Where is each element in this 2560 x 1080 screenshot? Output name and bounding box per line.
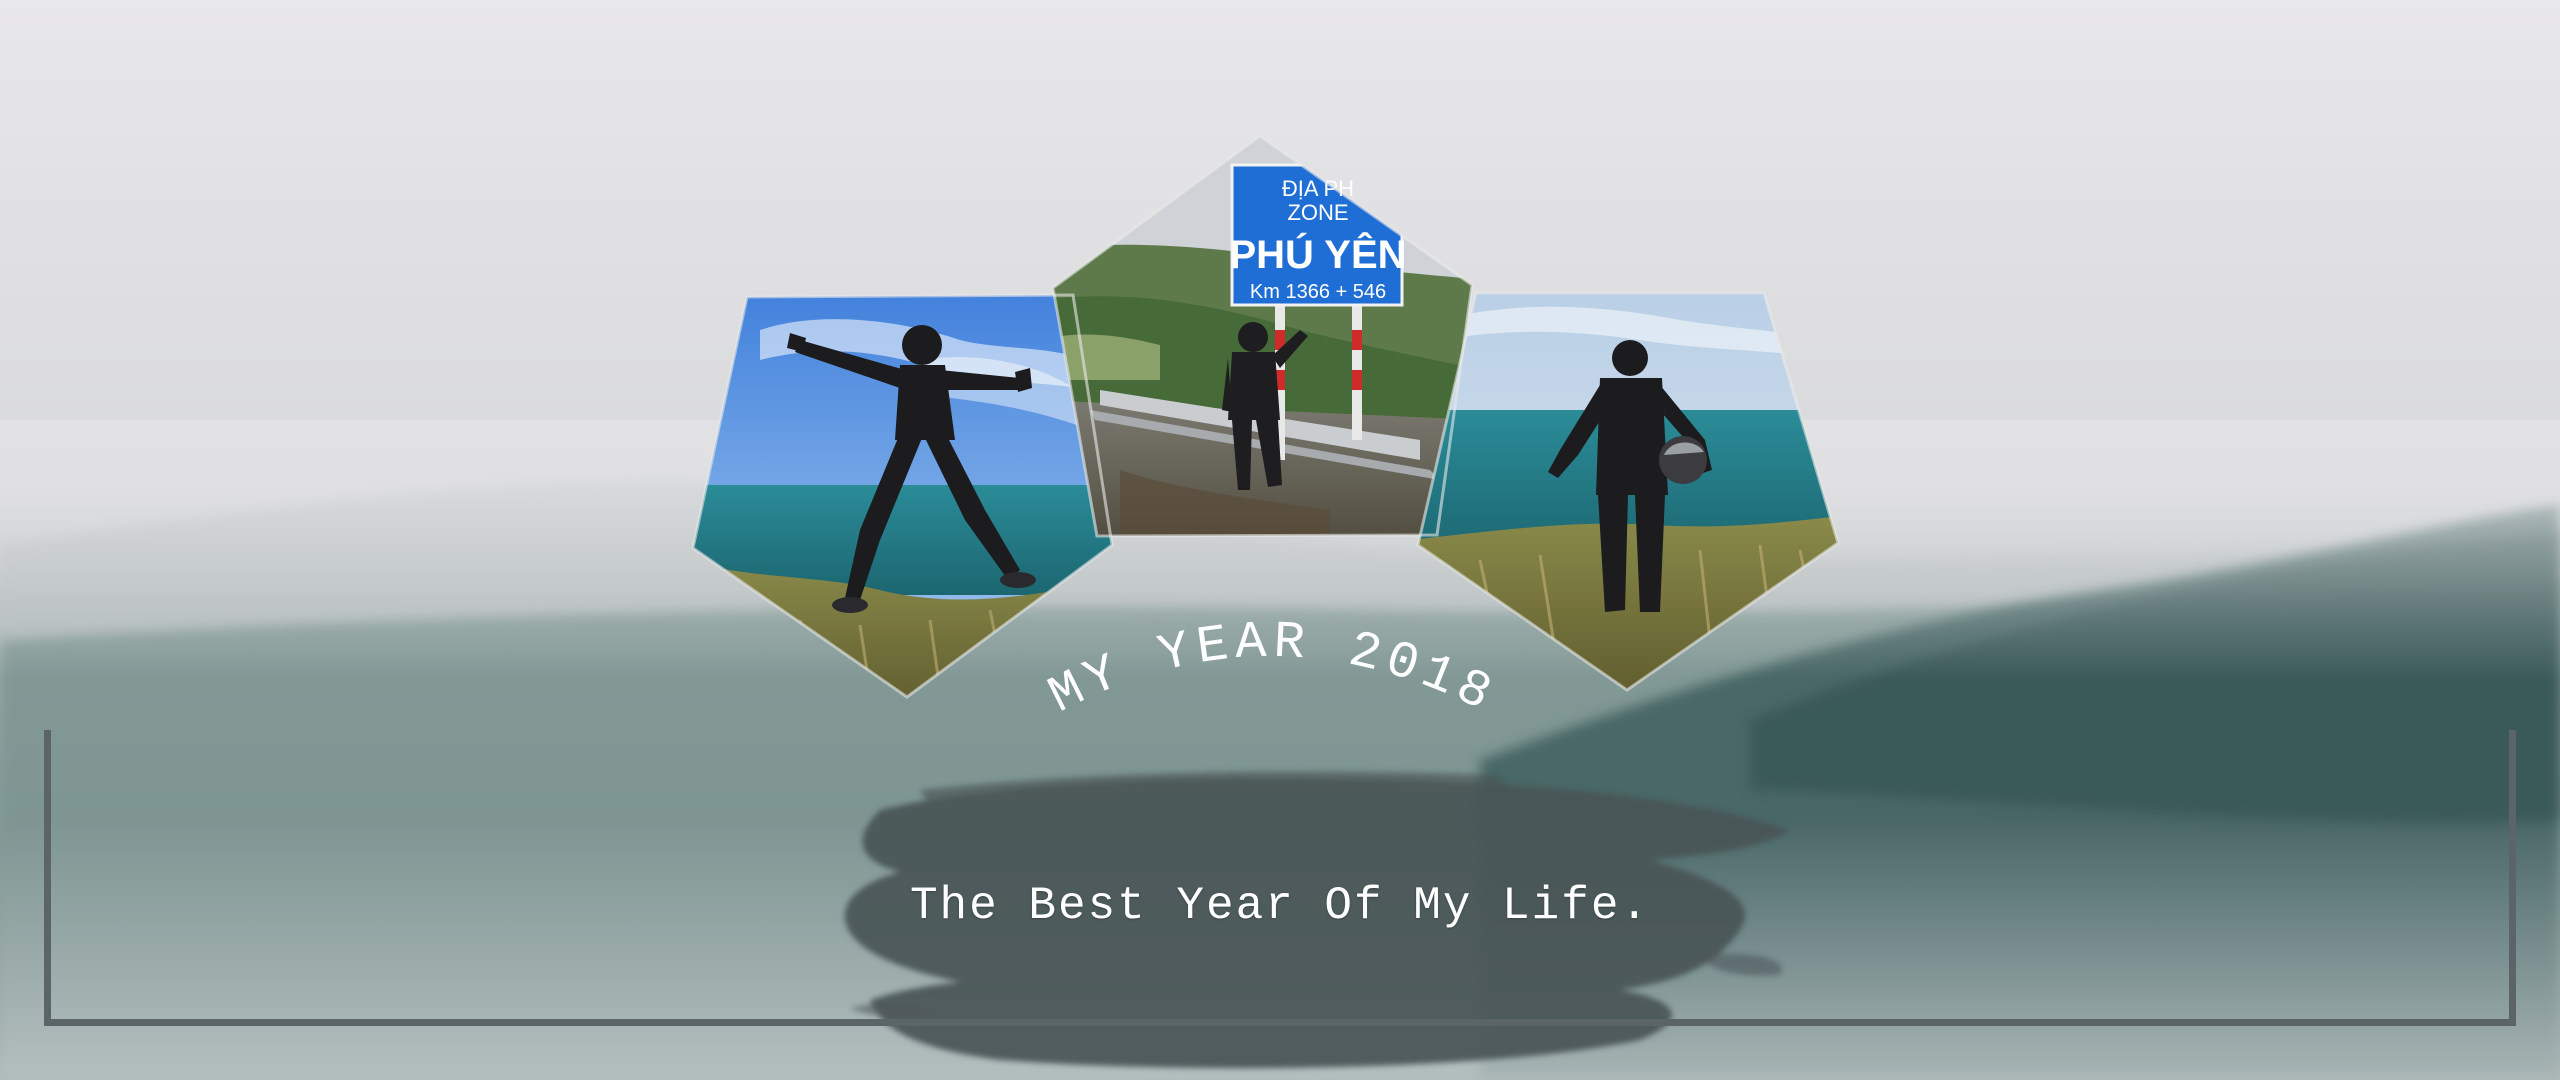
sign-text-zone: ZONE — [1287, 200, 1348, 225]
sign-text-km: Km 1366 + 546 — [1250, 281, 1386, 303]
decorative-frame — [44, 730, 2516, 1026]
sign-text-top: ĐỊA PH — [1282, 176, 1354, 201]
tagline: The Best Year Of My Life. — [909, 880, 1651, 932]
sign-text-main: PHÚ YÊN — [1229, 231, 1406, 277]
